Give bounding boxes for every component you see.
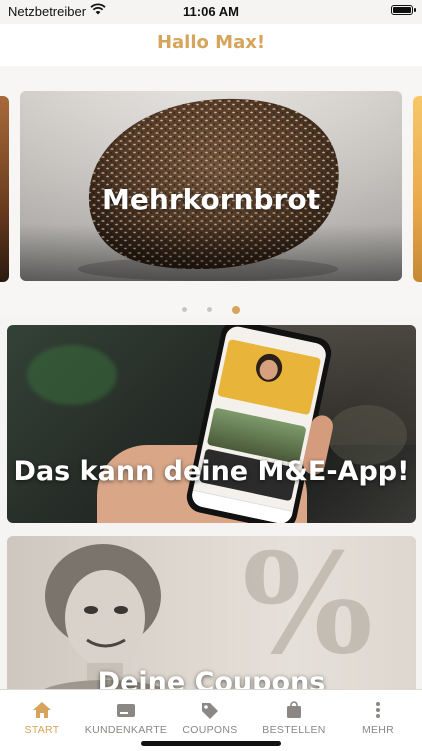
- hero-carousel[interactable]: Mehrkornbrot: [0, 66, 422, 316]
- card-title: Das kann deine M&E-App!: [13, 456, 410, 487]
- carousel-dot-active[interactable]: [232, 305, 240, 314]
- background-plant: [27, 345, 117, 405]
- home-indicator: [141, 741, 281, 746]
- home-icon: [33, 702, 51, 718]
- battery-icon: [391, 5, 416, 15]
- previous-slide-peek[interactable]: [0, 96, 9, 282]
- app-features-card[interactable]: Das kann deine M&E-App!: [7, 325, 416, 523]
- status-bar: Netzbetreiber 11:06 AM: [0, 0, 422, 24]
- percent-illustration: %: [242, 536, 374, 685]
- page-title: Hallo Max!: [156, 32, 266, 53]
- carousel-dots: [0, 299, 422, 314]
- bag-icon: [287, 701, 301, 718]
- next-slide-peek[interactable]: [413, 96, 422, 282]
- tab-label: START: [24, 724, 60, 736]
- tab-label: KUNDENKARTE: [84, 724, 168, 736]
- tag-icon: [202, 703, 218, 719]
- tab-label: MEHR: [361, 724, 395, 736]
- slide-title: Mehrkornbrot: [102, 183, 320, 216]
- tab-label: BESTELLEN: [262, 724, 326, 736]
- top-bar: Hallo Max!: [0, 24, 422, 67]
- carousel-dot[interactable]: [207, 307, 212, 312]
- tab-label: COUPONS: [182, 724, 238, 736]
- coupons-card[interactable]: % Deine Coupons: [7, 536, 416, 696]
- card-icon: [117, 704, 135, 717]
- clock: 11:06 AM: [183, 4, 239, 19]
- tab-start[interactable]: START: [0, 690, 84, 751]
- carousel-dot[interactable]: [182, 307, 187, 312]
- more-icon: [376, 702, 380, 718]
- tab-mehr[interactable]: MEHR: [336, 690, 420, 751]
- carousel-slide-bread[interactable]: Mehrkornbrot: [20, 91, 402, 281]
- phone-screen: [189, 325, 329, 523]
